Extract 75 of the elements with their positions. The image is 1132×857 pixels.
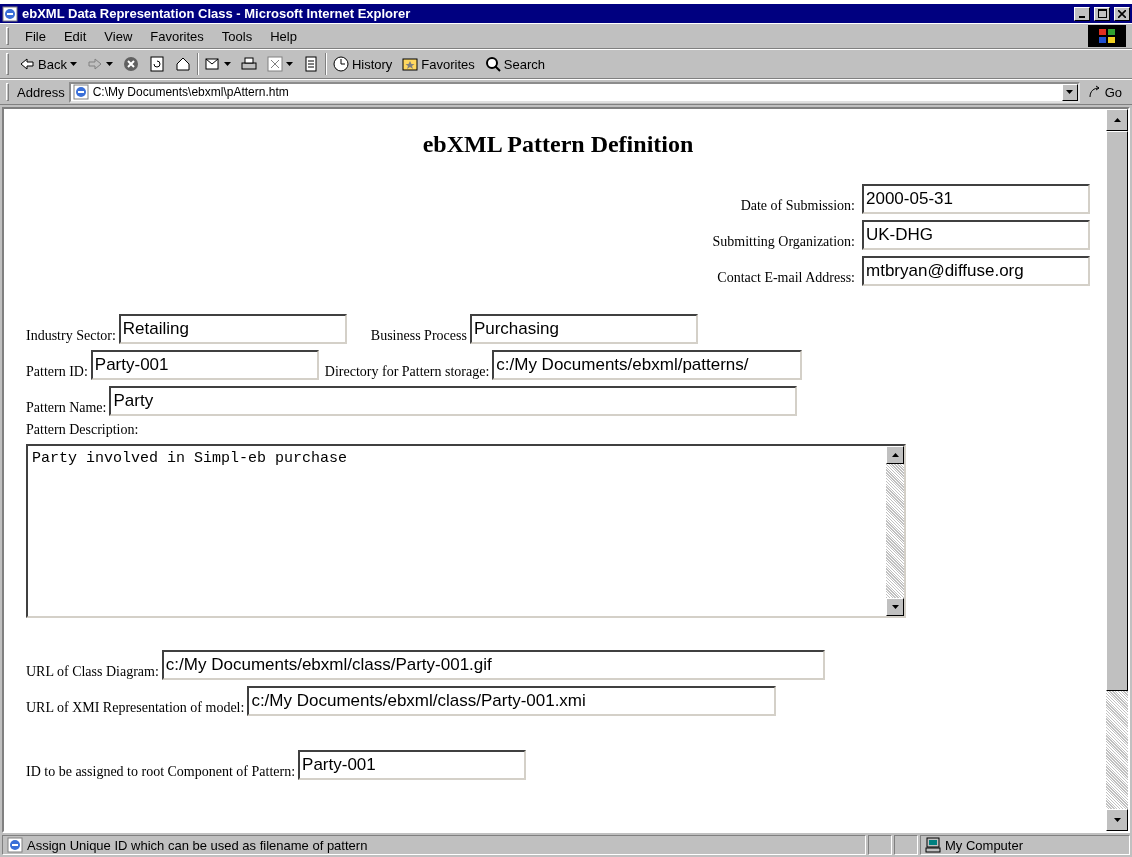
maximize-button[interactable] (1094, 6, 1110, 21)
field-label: Pattern ID: (26, 364, 88, 380)
go-button[interactable]: Go (1083, 82, 1126, 102)
caret-icon (285, 62, 293, 66)
text-field[interactable]: Party-001 (298, 750, 527, 780)
close-icon (1118, 9, 1126, 18)
scrollbar[interactable] (886, 446, 904, 616)
field-label: Directory for Pattern storage: (324, 364, 490, 380)
status-pane (868, 835, 892, 855)
field-label: Pattern Name: (26, 400, 107, 416)
discuss-icon (302, 56, 319, 72)
search-icon (484, 56, 501, 72)
menu-item[interactable]: Tools (215, 26, 259, 46)
home-icon (174, 56, 191, 72)
address-field[interactable]: C:\My Documents\ebxml\pAttern.htm (68, 81, 1080, 103)
field-label: URL of XMI Representation of model: (26, 700, 245, 716)
field-label: Pattern Description: (26, 422, 139, 437)
zone-text: My Computer (945, 837, 1024, 853)
menu-item[interactable]: View (98, 26, 139, 46)
dropdown-button[interactable] (1061, 83, 1078, 101)
down-arrow-icon (891, 605, 899, 609)
menu-item[interactable]: Favorites (144, 26, 210, 46)
text-field[interactable]: c:/My Documents/ebxml/class/Party-001.xmi (247, 686, 777, 716)
history-icon (332, 56, 349, 72)
text-field[interactable]: c:/My Documents/ebxml/class/Party-001.gif (161, 650, 825, 680)
menu-item[interactable]: Edit (57, 26, 93, 46)
field-label: Business Process (370, 328, 467, 344)
print-icon (240, 56, 257, 72)
computer-icon (925, 837, 941, 853)
field-label: Contact E-mail Address: (717, 270, 855, 286)
text-field[interactable]: 2000-05-31 (862, 184, 1090, 214)
status-text: Assign Unique ID which can be used as filename of pattern (27, 837, 368, 853)
caret-icon (223, 62, 231, 66)
refresh-icon (148, 56, 165, 72)
field-label: Submitting Organization: (712, 234, 855, 250)
menu-item[interactable]: File (19, 26, 52, 46)
minimize-button[interactable] (1074, 6, 1090, 21)
caret-icon (105, 62, 113, 66)
caret-icon (1066, 90, 1074, 94)
menu-item[interactable]: Help (264, 26, 303, 46)
down-arrow-icon (1113, 818, 1121, 822)
address-label: Address (17, 84, 65, 100)
text-field[interactable]: Purchasing (469, 314, 698, 344)
mail-icon (204, 56, 221, 72)
text-field[interactable]: UK-DHG (862, 220, 1090, 250)
text-field[interactable]: mtbryan@diffuse.org (862, 256, 1090, 286)
caret-icon (69, 62, 77, 66)
favorites-icon (402, 56, 419, 72)
back-arrow-icon (19, 56, 35, 72)
page-heading: ebXML Pattern Definition (421, 131, 695, 158)
text-field[interactable]: Retailing (118, 314, 347, 344)
edit-icon (266, 56, 283, 72)
window-title: ebXML Data Representation Class - Microsoft Internet Explorer (22, 6, 412, 21)
up-arrow-icon (1113, 118, 1121, 122)
close-button[interactable] (1114, 6, 1130, 21)
text-field[interactable]: Party-001 (90, 350, 319, 380)
windows-logo-icon (1088, 25, 1126, 47)
back-button[interactable]: Back (15, 54, 81, 74)
status-pane (894, 835, 918, 855)
search-button[interactable]: Search (480, 54, 550, 74)
text-field[interactable]: Party (109, 386, 798, 416)
field-label: URL of Class Diagram: (26, 664, 159, 680)
go-arrow-icon (1087, 85, 1102, 99)
history-button[interactable]: History (328, 54, 397, 74)
field-label: Industry Sector: (26, 328, 116, 344)
minimize-icon (1079, 15, 1085, 18)
field-label: Date of Submission: (740, 198, 855, 214)
text-field[interactable]: c:/My Documents/ebxml/patterns/ (492, 350, 803, 380)
favorites-button[interactable]: Favorites (398, 54, 479, 74)
forward-arrow-icon (86, 56, 103, 72)
maximize-icon (1097, 9, 1107, 18)
stop-icon (122, 56, 139, 72)
field-label: ID to be assigned to root Component of Pattern: (26, 764, 296, 780)
up-arrow-icon (891, 453, 899, 457)
globe-page-icon (72, 84, 89, 100)
